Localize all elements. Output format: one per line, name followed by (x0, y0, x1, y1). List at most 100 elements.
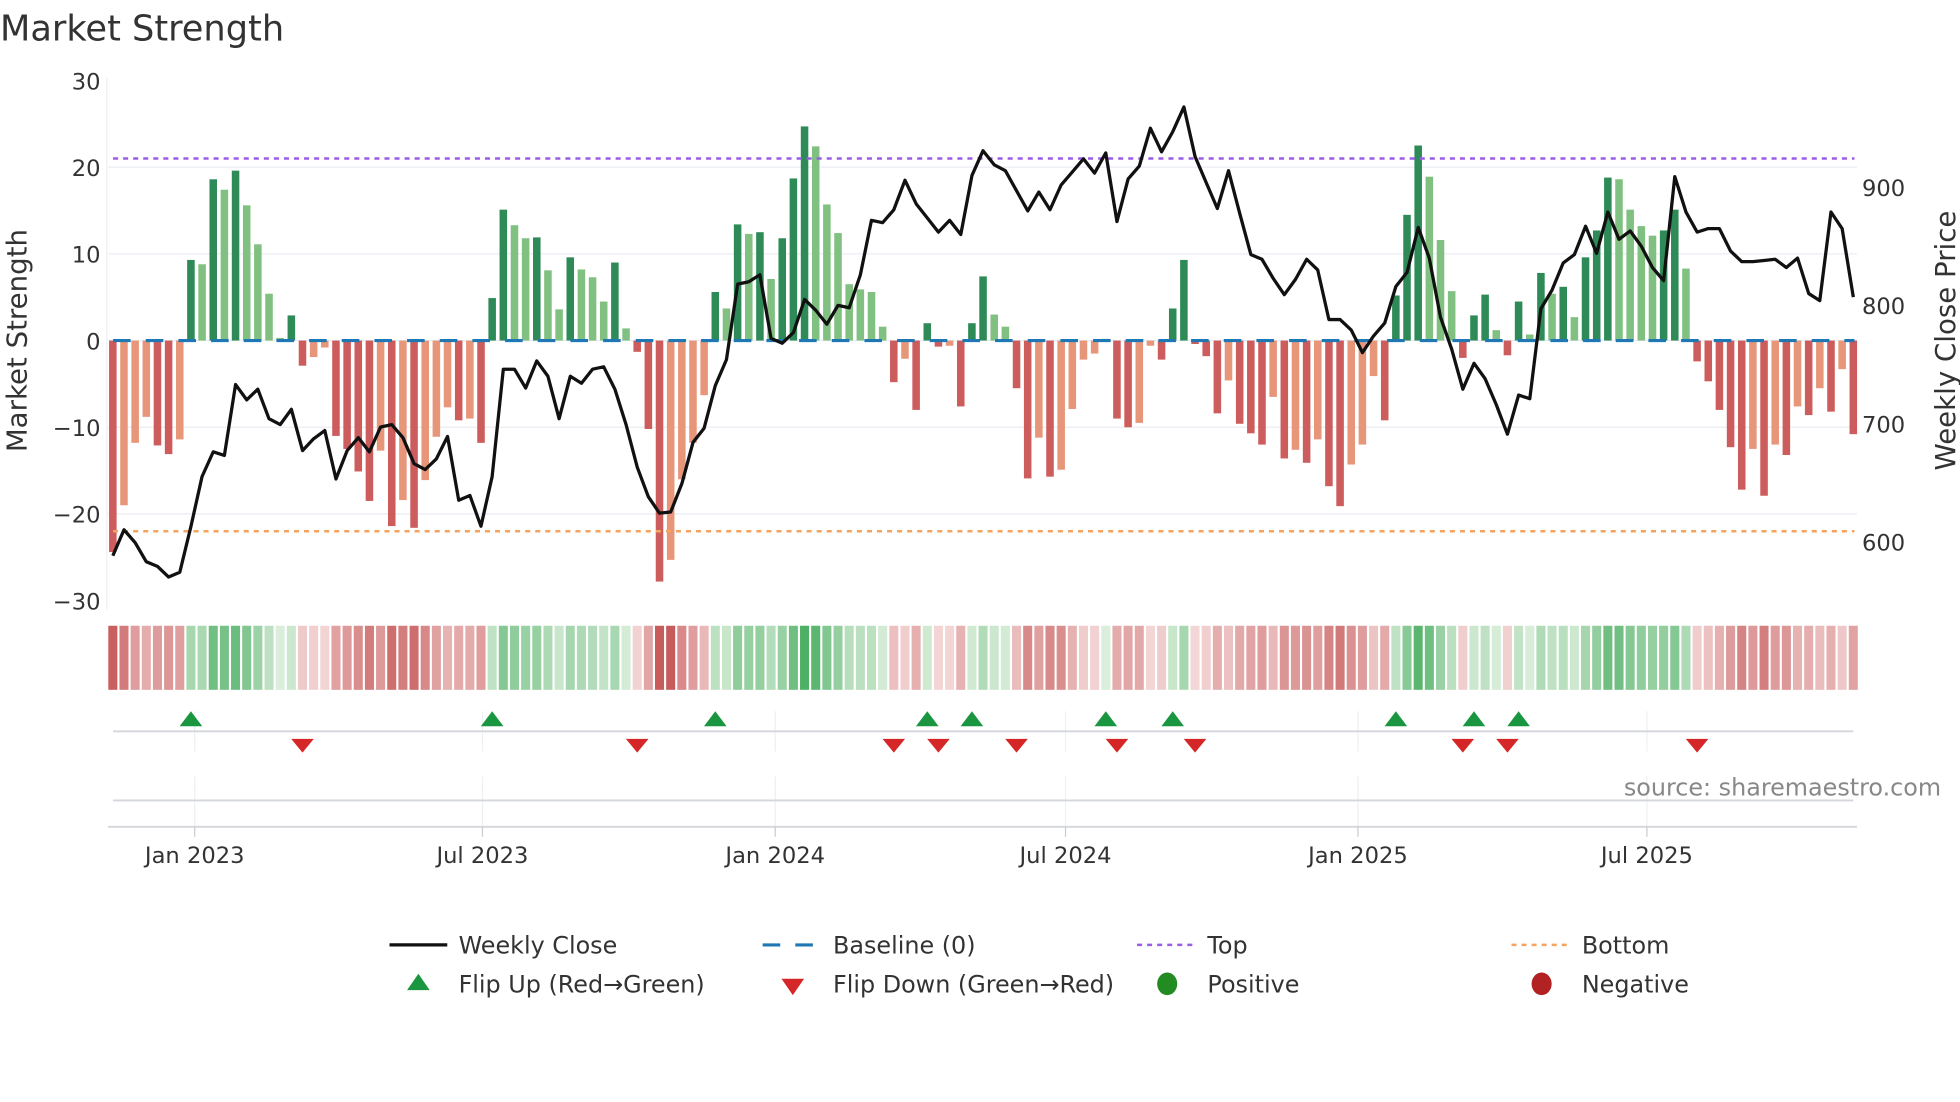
negative-strength-bar (343, 340, 351, 449)
strength-strip-cell (933, 625, 943, 690)
flip-down-marker (882, 738, 906, 753)
positive-strength-bar (979, 276, 987, 341)
strength-strip-cell (576, 625, 586, 690)
legend-item-weekly-close[interactable]: Weekly Close (389, 932, 617, 960)
negative-strength-bar (1280, 340, 1289, 459)
strength-strip-cell (1357, 625, 1367, 690)
strength-strip-cell (1592, 625, 1602, 690)
negative-strength-bar (1358, 340, 1367, 445)
negative-strength-bar (432, 340, 441, 437)
legend-item-flip-down[interactable]: Flip Down (Green→Red) (781, 971, 1114, 999)
y-tick-label: −20 (53, 503, 101, 529)
strength-strip-cell (699, 625, 709, 690)
negative-strength-bar (1213, 340, 1222, 414)
strength-strip-cell (1290, 625, 1300, 690)
flip-up-marker (179, 711, 203, 727)
strength-strip-cell (1346, 625, 1356, 690)
negative-strength-bar (466, 340, 474, 419)
strength-strip-cell (632, 625, 642, 690)
positive-strength-bar (1682, 268, 1690, 341)
flip-up-marker (960, 711, 984, 727)
strength-strip-cell (1447, 625, 1457, 690)
positive-strength-bar (1604, 177, 1612, 341)
strength-strip-cell (1614, 625, 1624, 690)
strength-strip-cell (643, 625, 653, 690)
positive-strength-bar (1559, 286, 1567, 341)
strength-strip-cell (242, 625, 252, 690)
positive-strength-bar (834, 233, 842, 341)
strength-strip-cell (978, 625, 988, 690)
negative-strength-bar (421, 340, 429, 481)
negative-strength-bar (1704, 340, 1713, 382)
green-dot-icon (1157, 972, 1178, 996)
legend-item-bottom[interactable]: Bottom (1511, 932, 1669, 960)
strength-strip-cell (320, 625, 330, 690)
y2-tick-label: 900 (1862, 176, 1905, 202)
strength-strip-cell (476, 625, 486, 690)
positive-strength-bar (1447, 291, 1456, 341)
strength-strip-cell (1781, 625, 1791, 690)
strength-strip-cell (1692, 625, 1702, 690)
flip-up-marker (1507, 711, 1530, 727)
positive-strength-bar (510, 225, 519, 341)
strength-strip-cell (1670, 625, 1680, 690)
legend-item-negative[interactable]: Negative (1531, 971, 1689, 999)
strength-strip-cell (1603, 625, 1613, 690)
strength-strip-cell (465, 625, 475, 690)
legend-item-positive[interactable]: Positive (1157, 971, 1299, 999)
negative-strength-bar (365, 340, 374, 501)
triangle-up-icon (407, 973, 430, 991)
flip-up-marker (480, 711, 504, 727)
negative-strength-bar (678, 340, 686, 480)
triangle-down-icon (781, 978, 805, 996)
legend-item-flip-up[interactable]: Flip Up (Red→Green) (407, 971, 705, 999)
strength-strip-cell (1145, 625, 1155, 690)
negative-strength-bar (644, 340, 653, 429)
positive-strength-bar (533, 237, 541, 341)
negative-strength-bar (1771, 340, 1779, 445)
legend-item-top[interactable]: Top (1137, 932, 1248, 960)
strength-strip-cell (231, 625, 241, 690)
strength-strip-cell (1714, 625, 1724, 690)
strength-strip-cell (822, 625, 832, 690)
strength-strip-cell (1246, 625, 1256, 690)
strength-strip-cell (1659, 625, 1669, 690)
strength-strip-cell (1726, 625, 1736, 690)
y-tick-label: 10 (72, 243, 101, 269)
negative-strength-bar (109, 340, 117, 553)
negative-strength-bar (1816, 340, 1824, 389)
strength-strip-cell (1212, 625, 1222, 690)
strength-strip-cell (666, 625, 676, 690)
strength-strip-cell (721, 625, 731, 690)
strength-strip-cell (1502, 625, 1512, 690)
strength-strip-cell (1268, 625, 1278, 690)
right-y-axis: 900 800 700 600 (1862, 176, 1905, 556)
positive-strength-bar (622, 328, 630, 341)
strength-strip-cell (1067, 625, 1077, 690)
strength-strip-cell (1458, 625, 1468, 690)
strength-strip-cell (130, 625, 140, 690)
legend-item-baseline[interactable]: Baseline (0) (762, 932, 976, 960)
positive-strength-bar (1548, 293, 1556, 341)
negative-strength-bar (1302, 340, 1311, 463)
negative-strength-bar (1693, 340, 1701, 362)
positive-strength-bar (599, 301, 608, 341)
negative-strength-bar (1224, 340, 1233, 381)
strength-strip-cell (967, 625, 977, 690)
strength-strip-cell (119, 625, 129, 690)
strength-strip-cell (152, 625, 162, 690)
flip-down-marker (1496, 738, 1519, 753)
y-tick-label: 30 (72, 69, 101, 95)
strength-strip-cell (1157, 625, 1167, 690)
negative-strength-bar (298, 340, 307, 366)
negative-strength-bar (1325, 340, 1333, 487)
positive-strength-bar (878, 326, 887, 341)
negative-strength-bar (1749, 340, 1757, 449)
negative-strength-bar (332, 340, 340, 436)
negative-strength-bar (1113, 340, 1121, 419)
positive-strength-bar (1648, 235, 1657, 341)
negative-strength-bar (120, 340, 128, 506)
strength-strip-cell (565, 625, 575, 690)
strength-strip-cell (1681, 625, 1691, 690)
strength-strip-cell (777, 625, 787, 690)
